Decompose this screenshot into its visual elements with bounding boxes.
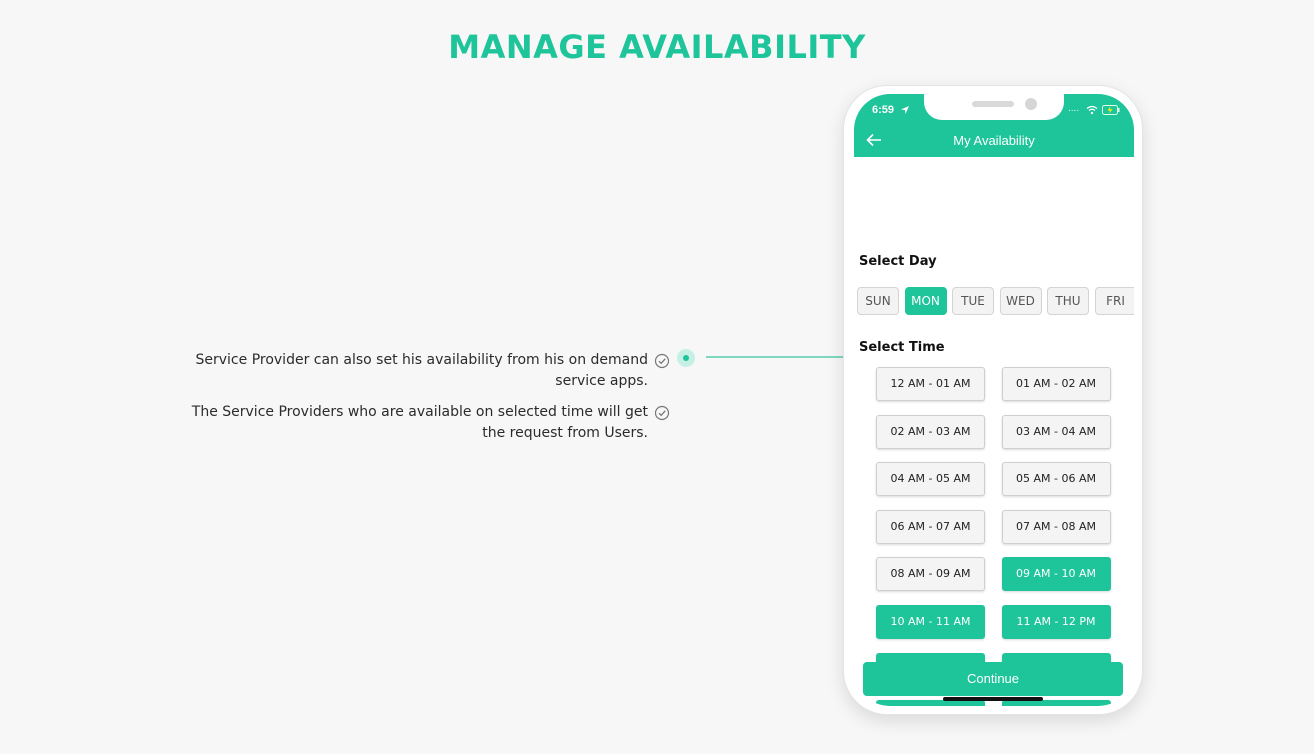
time-slot[interactable]: 05 AM - 06 AM <box>1001 462 1111 497</box>
wifi-icon <box>1086 105 1098 115</box>
time-slot[interactable]: 10 AM - 11 AM <box>876 605 985 639</box>
time-slot[interactable]: 02 PM - 03 PM <box>876 700 985 706</box>
feature-text: Service Provider can also set his availa… <box>195 352 649 389</box>
day-chip-wed[interactable]: WED <box>999 287 1042 315</box>
check-circle-icon <box>654 353 670 369</box>
feature-item: Service Provider can also set his availa… <box>170 350 670 392</box>
feature-item: The Service Providers who are available … <box>170 402 670 444</box>
day-chip-fri[interactable]: FRI <box>1094 287 1134 315</box>
feature-list: Service Provider can also set his availa… <box>170 350 670 454</box>
time-slot[interactable]: 07 AM - 08 AM <box>1001 509 1111 544</box>
day-chip-sun[interactable]: SUN <box>857 287 899 315</box>
screen-title: My Availability <box>953 133 1035 148</box>
select-day-label: Select Day <box>859 254 937 269</box>
time-slot[interactable]: 06 AM - 07 AM <box>876 509 985 544</box>
phone-screen: 6:59 .... My Availability Select Day SUN… <box>854 94 1134 706</box>
section-title: MANAGE AVAILABILITY <box>448 28 866 66</box>
time-slot[interactable]: 01 AM - 02 AM <box>1001 367 1111 401</box>
day-selector: SUN MON TUE WED THU FRI <box>857 287 1134 317</box>
select-time-label: Select Time <box>859 340 945 355</box>
phone-mockup: 6:59 .... My Availability Select Day SUN… <box>843 85 1143 715</box>
location-arrow-icon <box>901 106 909 114</box>
connector-dot <box>677 349 695 367</box>
app-header: 6:59 .... My Availability <box>854 94 1134 157</box>
status-dots: .... <box>1068 103 1080 114</box>
battery-icon <box>1102 105 1120 115</box>
connector-line <box>706 356 846 358</box>
speaker-grille <box>972 101 1014 107</box>
time-slot[interactable]: 03 PM - 04 PM <box>1001 700 1111 706</box>
home-indicator <box>943 697 1043 701</box>
time-slot[interactable]: 09 AM - 10 AM <box>1001 557 1111 592</box>
time-slot[interactable]: 08 AM - 09 AM <box>876 557 985 592</box>
time-slot[interactable]: 02 AM - 03 AM <box>876 414 985 449</box>
time-slot[interactable]: 04 AM - 05 AM <box>876 462 985 497</box>
continue-button[interactable]: Continue <box>863 662 1123 696</box>
day-chip-tue[interactable]: TUE <box>952 287 994 315</box>
time-slot[interactable]: 11 AM - 12 PM <box>1001 605 1111 639</box>
time-slot[interactable]: 12 AM - 01 AM <box>876 367 985 401</box>
front-camera <box>1025 98 1037 110</box>
day-chip-mon[interactable]: MON <box>904 287 947 315</box>
time-slot-grid: 12 AM - 01 AM 01 AM - 02 AM 02 AM - 03 AM 0… <box>876 367 1112 706</box>
check-circle-icon <box>654 405 670 421</box>
feature-text: The Service Providers who are available … <box>191 404 648 441</box>
time-slot[interactable]: 03 AM - 04 AM <box>1001 414 1111 449</box>
status-time: 6:59 <box>872 104 895 116</box>
day-chip-thu[interactable]: THU <box>1047 287 1089 315</box>
phone-notch <box>924 94 1064 120</box>
